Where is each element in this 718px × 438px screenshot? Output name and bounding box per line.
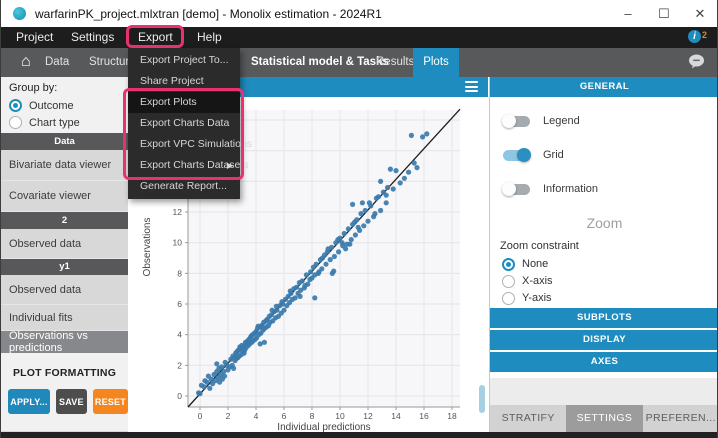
panel-scrollbar[interactable] (479, 385, 485, 413)
svg-text:Observations: Observations (142, 218, 153, 277)
menu-item-export-plots[interactable]: Export Plots (128, 92, 240, 113)
legend-toggle[interactable] (503, 116, 530, 127)
panel-footer-tabs: STRATIFY SETTINGS PREFEREN... (490, 405, 718, 432)
svg-text:8: 8 (177, 268, 182, 278)
sidebar-item-bivariate-data-viewer[interactable]: Bivariate data viewer (1, 150, 128, 181)
group-by-chart-type[interactable]: Chart type (9, 114, 128, 131)
info-icon: i (688, 30, 701, 43)
sidebar-header-2: 2 (1, 212, 128, 229)
svg-text:2: 2 (226, 411, 231, 421)
tab-stratify[interactable]: STRATIFY (490, 405, 566, 432)
radio-outcome-icon (9, 99, 22, 112)
info-badge[interactable]: i 2 (688, 30, 707, 43)
close-button[interactable]: ✕ (693, 0, 707, 27)
information-toggle-row: Information (503, 179, 718, 199)
menu-bar: Project Settings Export Help i 2 (1, 27, 717, 48)
radio-chart-type-icon (9, 116, 22, 129)
svg-text:8: 8 (310, 411, 315, 421)
settings-panel: GENERAL Legend Grid Information Zoom Zoo… (489, 77, 718, 432)
zoom-constraint-label: Zoom constraint (500, 240, 718, 252)
home-icon[interactable]: ⌂ (21, 48, 31, 77)
minimize-button[interactable]: – (621, 0, 635, 27)
tab-plots[interactable]: Plots (413, 48, 459, 77)
zoom-constraint-y-axis[interactable]: Y-axis (502, 290, 718, 306)
app-window: warfarinPK_project.mlxtran [demo] - Mono… (0, 0, 718, 438)
plots-sidebar: Group by: Outcome Chart type Data Bivari… (1, 77, 128, 432)
axes-section-header[interactable]: AXES (490, 352, 718, 372)
menu-item-export-charts-datasets[interactable]: Export Charts Datasets ▶ (128, 155, 240, 176)
display-section-header[interactable]: DISPLAY (490, 330, 718, 350)
window-bottom-edge (1, 432, 717, 438)
sidebar-item-covariate-viewer[interactable]: Covariate viewer (1, 181, 128, 212)
subplots-section-header[interactable]: SUBPLOTS (490, 308, 718, 328)
zoom-constraint-x-axis[interactable]: X-axis (502, 273, 718, 289)
group-by-outcome[interactable]: Outcome (9, 97, 128, 114)
radio-x-axis-icon (502, 275, 515, 288)
panel-footer-spacer (490, 378, 718, 405)
menu-item-share-project[interactable]: Share Project (128, 71, 240, 92)
menu-item-export-charts-data[interactable]: Export Charts Data (128, 113, 240, 134)
menu-item-generate-report[interactable]: Generate Report... (128, 176, 240, 197)
radio-y-axis-icon (502, 292, 515, 305)
reset-button[interactable]: RESET (93, 389, 128, 414)
zoom-constraint-none[interactable]: None (502, 256, 718, 272)
svg-text:0: 0 (198, 411, 203, 421)
svg-text:4: 4 (177, 330, 182, 340)
group-by-block: Group by: Outcome Chart type (1, 77, 128, 133)
window-title: warfarinPK_project.mlxtran [demo] - Mono… (35, 7, 382, 21)
plot-menu-icon[interactable] (465, 81, 478, 92)
plot-formatting-title: PLOT FORMATTING (1, 367, 128, 379)
sidebar-item-obs-vs-predictions[interactable]: Observations vs predictions (1, 331, 128, 353)
menu-item-export-vpc-simulations[interactable]: Export VPC Simulations (128, 134, 240, 155)
menu-export[interactable]: Export (138, 27, 173, 48)
tab-data[interactable]: Data (45, 48, 69, 77)
svg-text:0: 0 (177, 391, 182, 401)
grid-toggle[interactable] (503, 150, 530, 161)
svg-text:2: 2 (177, 360, 182, 370)
radio-none-icon (502, 258, 515, 271)
sidebar-item-observed-data-y1[interactable]: Observed data (1, 275, 128, 305)
maximize-button[interactable]: ☐ (657, 0, 671, 27)
sidebar-item-individual-fits[interactable]: Individual fits (1, 305, 128, 331)
menu-item-export-project-to[interactable]: Export Project To... (128, 50, 240, 71)
zoom-section-title: Zoom (490, 215, 718, 231)
sidebar-item-observed-data-2[interactable]: Observed data (1, 229, 128, 259)
svg-text:10: 10 (335, 411, 345, 421)
svg-text:16: 16 (419, 411, 429, 421)
sidebar-header-y1: y1 (1, 259, 128, 275)
svg-text:Individual predictions: Individual predictions (277, 422, 370, 432)
general-section-header[interactable]: GENERAL (490, 77, 718, 97)
svg-text:14: 14 (391, 411, 401, 421)
sidebar-header-data: Data (1, 133, 128, 150)
menu-help[interactable]: Help (197, 27, 222, 48)
svg-text:12: 12 (363, 411, 373, 421)
chat-bubble-icon[interactable] (688, 54, 705, 74)
save-button[interactable]: SAVE (56, 389, 87, 414)
apply-button[interactable]: APPLY... (8, 389, 50, 414)
tab-settings[interactable]: SETTINGS (566, 405, 642, 432)
tab-results[interactable]: Results (376, 48, 414, 77)
svg-text:4: 4 (254, 411, 259, 421)
group-by-label: Group by: (9, 82, 128, 94)
title-bar: warfarinPK_project.mlxtran [demo] - Mono… (1, 0, 717, 27)
svg-text:6: 6 (282, 411, 287, 421)
menu-project[interactable]: Project (16, 27, 53, 48)
svg-text:18: 18 (447, 411, 457, 421)
tab-statistical[interactable]: Statistical model & Tasks (251, 48, 389, 77)
tab-preferences[interactable]: PREFEREN... (643, 405, 718, 432)
submenu-arrow-icon: ▶ (227, 155, 233, 176)
info-count: 2 (702, 30, 707, 40)
plot-formatting-block: PLOT FORMATTING APPLY... SAVE RESET (1, 353, 128, 431)
app-icon (13, 7, 26, 20)
svg-text:10: 10 (173, 238, 183, 248)
legend-toggle-row: Legend (503, 111, 718, 131)
main-tab-bar: ⌂ Data Structural model Statistical mode… (1, 48, 717, 77)
export-dropdown-menu: Export Project To... Share Project Expor… (128, 48, 240, 199)
information-toggle[interactable] (503, 184, 530, 195)
menu-settings[interactable]: Settings (71, 27, 114, 48)
grid-toggle-row: Grid (503, 145, 718, 165)
svg-text:6: 6 (177, 299, 182, 309)
svg-text:12: 12 (173, 207, 183, 217)
